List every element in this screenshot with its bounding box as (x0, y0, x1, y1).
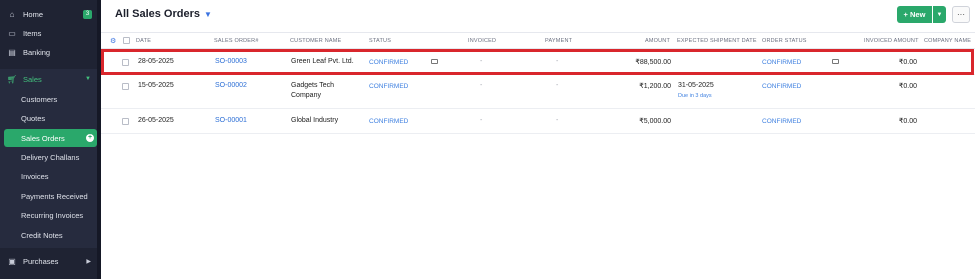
sidebar-item-customers[interactable]: Customers (0, 90, 97, 108)
row-amount: ₹5,000.00 (639, 118, 671, 125)
row-invoiced-amount: ₹0.00 (898, 118, 917, 125)
sidebar-item-items[interactable]: ▭ Items (0, 24, 97, 42)
sidebar-item-sales-orders[interactable]: Sales Orders + (4, 129, 97, 147)
row-invoiced: - (480, 117, 483, 124)
sidebar-item-purchases[interactable]: ▣ Purchases ▶ (0, 252, 97, 270)
sidebar-item-label: Banking (23, 47, 51, 57)
sidebar-item-delivery-challans[interactable]: Delivery Challans (0, 148, 97, 166)
row-status: CONFIRMED (369, 83, 409, 90)
column-header-payment[interactable]: PAYMENT (545, 38, 572, 44)
column-header-status[interactable]: STATUS (369, 38, 391, 44)
column-header-order-status[interactable]: ORDER STATUS (762, 38, 807, 44)
row-expected-shipment-date: 31-05-2025 (678, 82, 714, 89)
row-invoiced: - (480, 82, 483, 89)
row-invoiced-amount: ₹0.00 (898, 83, 917, 90)
row-payment: - (556, 82, 559, 89)
column-header-invoiced[interactable]: INVOICED (468, 38, 496, 44)
row-checkbox[interactable] (122, 118, 129, 125)
column-header-date[interactable]: DATE (136, 38, 151, 44)
row-status: CONFIRMED (369, 118, 409, 125)
row-order-status: CONFIRMED (762, 118, 802, 125)
table-row[interactable]: 15-05-2025 SO-00002 Gadgets Tech Company… (101, 76, 975, 109)
sidebar-item-quotes[interactable]: Quotes (0, 109, 97, 127)
row-due-note: Due in 3 days (678, 93, 712, 99)
row-customer-name: Global Industry (291, 117, 339, 124)
sidebar-item-home[interactable]: ⌂ Home 3 (0, 5, 97, 23)
purchases-icon: ▣ (8, 256, 16, 266)
more-options-button[interactable]: ··· (952, 6, 970, 23)
column-header-expected-shipment-date[interactable]: EXPECTED SHIPMENT DATE (677, 38, 757, 44)
sidebar-item-credit-notes[interactable]: Credit Notes (0, 226, 97, 244)
cart-icon: 🛒︎ (6, 74, 18, 84)
sidebar-item-label: Sales (23, 74, 42, 84)
sidebar-item-label: Items (23, 28, 42, 38)
sidebar-item-payments-received[interactable]: Payments Received (0, 187, 97, 205)
row-highlight-box (101, 49, 974, 75)
column-header-customer-name[interactable]: CUSTOMER NAME (290, 38, 341, 44)
bank-icon: ▤ (8, 47, 16, 57)
sidebar-item-invoices[interactable]: Invoices (0, 167, 97, 185)
column-header-invoiced-amount[interactable]: INVOICED AMOUNT (864, 38, 919, 44)
items-icon: ▭ (8, 28, 16, 38)
sidebar-item-label: Purchases (23, 256, 59, 266)
new-button[interactable]: + New (897, 6, 932, 23)
row-payment: - (556, 117, 559, 124)
chevron-right-icon: ▶ (86, 258, 91, 265)
column-header-company-name[interactable]: COMPANY NAME (924, 38, 971, 44)
column-header-sales-order[interactable]: SALES ORDER# (214, 38, 259, 44)
new-dropdown-button[interactable]: ▼ (933, 6, 946, 23)
chevron-down-icon: ▼ (85, 76, 91, 82)
home-icon: ⌂ (9, 9, 15, 19)
row-customer-name: Gadgets Tech Company (291, 82, 335, 99)
page-title-text: All Sales Orders (115, 8, 200, 20)
select-all-checkbox[interactable] (123, 37, 130, 44)
sidebar-item-sales[interactable]: 🛒︎ Sales ▼ (0, 70, 97, 88)
home-badge: 3 (83, 9, 92, 19)
table-header: ⚙︎ DATE SALES ORDER# CUSTOMER NAME STATU… (101, 32, 975, 49)
row-sales-order-link[interactable]: SO-00002 (215, 82, 247, 89)
row-order-status: CONFIRMED (762, 83, 802, 90)
row-sales-order-link[interactable]: SO-00001 (215, 117, 247, 124)
row-checkbox[interactable] (122, 83, 129, 90)
chevron-down-icon: ▼ (204, 9, 212, 19)
column-header-amount[interactable]: AMOUNT (645, 38, 670, 44)
add-icon[interactable]: + (86, 134, 94, 142)
table-row[interactable]: 26-05-2025 SO-00001 Global Industry CONF… (101, 110, 975, 134)
sidebar-item-label: Home (23, 9, 44, 19)
row-date: 26-05-2025 (138, 117, 174, 124)
sidebar-item-recurring-invoices[interactable]: Recurring Invoices (0, 206, 97, 224)
sidebar: ⌂ Home 3 ▭ Items ▤ Banking 🛒︎ Sales ▼ Cu… (0, 0, 101, 279)
sidebar-item-banking[interactable]: ▤ Banking (0, 43, 97, 61)
page-title[interactable]: All Sales Orders ▼ (115, 8, 212, 20)
customize-columns-icon[interactable]: ⚙︎ (110, 37, 116, 45)
app-root: ⌂ Home 3 ▭ Items ▤ Banking 🛒︎ Sales ▼ Cu… (0, 0, 975, 279)
row-amount: ₹1,200.00 (639, 83, 671, 90)
row-date: 15-05-2025 (138, 82, 174, 89)
sidebar-item-label: Sales Orders (21, 133, 65, 143)
